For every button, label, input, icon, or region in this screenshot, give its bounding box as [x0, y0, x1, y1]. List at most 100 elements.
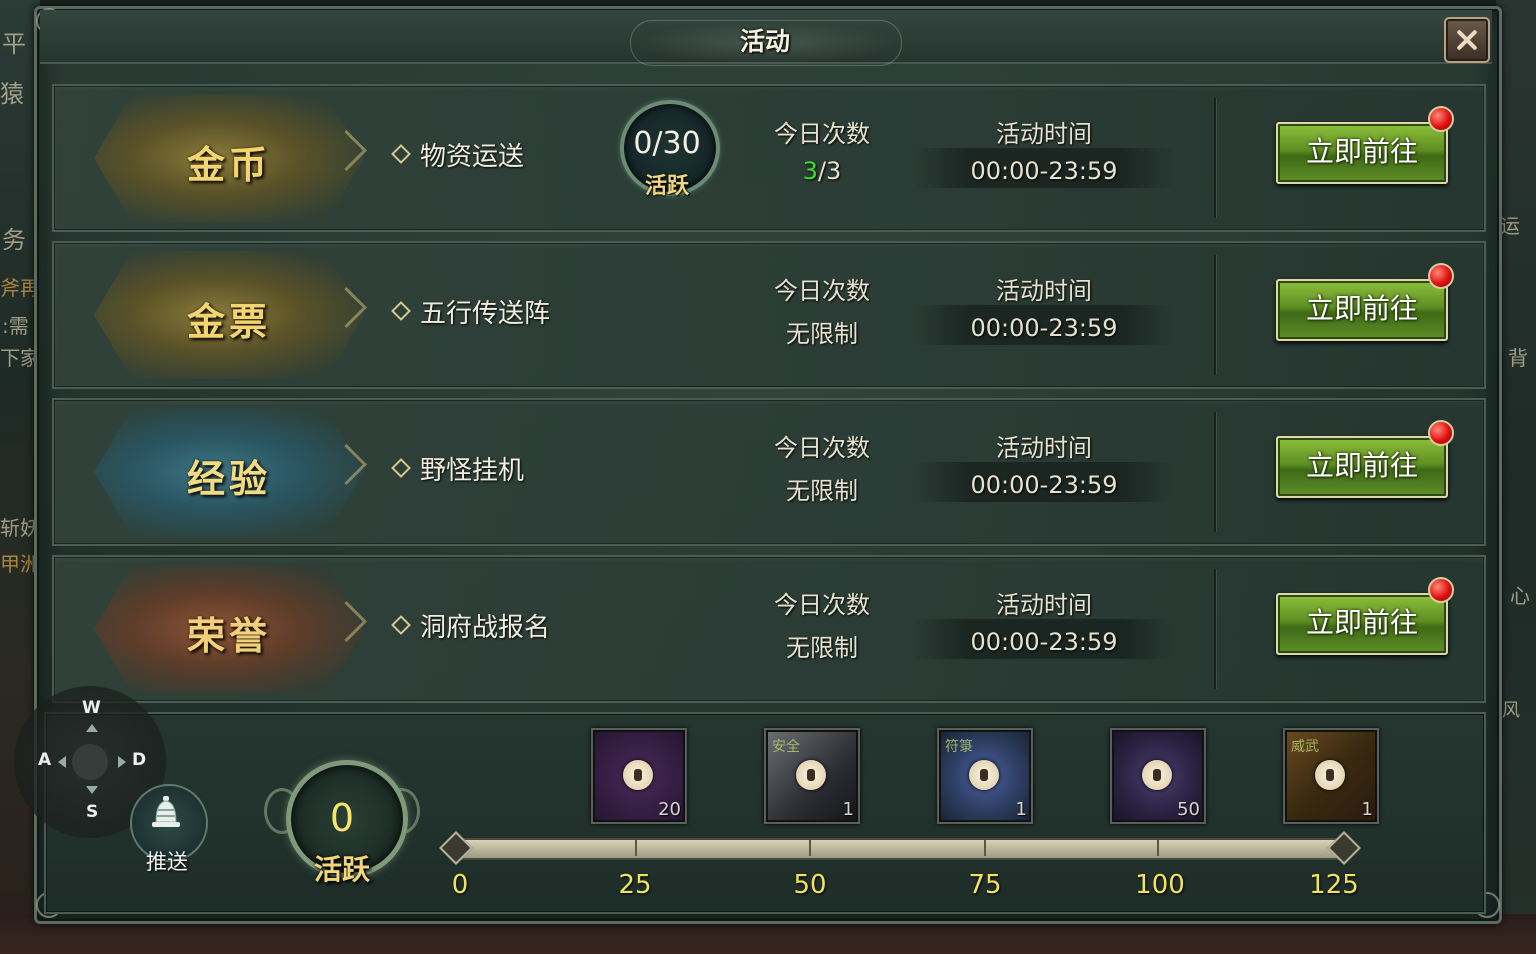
activity-row-experience: 经验 野怪挂机 今日次数 无限制 活动时间 00:00-23:59 立即前往	[52, 398, 1486, 546]
background-text: 运	[1500, 214, 1520, 238]
time-value: 00:00-23:59	[970, 471, 1118, 499]
activity-points-label: 活跃	[644, 173, 689, 199]
count-header: 今日次数	[774, 120, 870, 148]
activity-points-badge: 0/30 活跃	[608, 100, 726, 200]
milestone-label: 25	[618, 870, 652, 900]
progress-tick	[635, 840, 637, 856]
time-header: 活动时间	[996, 120, 1092, 148]
lock-icon	[1142, 760, 1172, 790]
window-title: 活动	[739, 27, 790, 56]
background-text: 风	[1502, 700, 1520, 721]
category-label: 金票	[186, 299, 271, 344]
diamond-icon	[391, 144, 411, 164]
time-value: 00:00-23:59	[970, 628, 1118, 656]
time-value: 00:00-23:59	[970, 314, 1118, 342]
notification-dot	[1428, 420, 1454, 446]
dpad-key-up[interactable]: W	[82, 698, 101, 718]
go-now-button[interactable]: 立即前往	[1276, 436, 1448, 498]
progress-tick	[984, 840, 986, 856]
reward-count: 1	[1015, 799, 1027, 820]
reward-count: 1	[842, 799, 854, 820]
diamond-icon	[391, 458, 411, 478]
count-used: 3	[802, 157, 818, 185]
time-header: 活动时间	[996, 591, 1092, 619]
reward-tag: 安全	[772, 739, 800, 755]
divider	[1214, 98, 1216, 218]
background-text: 平	[2, 30, 26, 58]
notification-dot	[1428, 263, 1454, 289]
reward-tag: 威武	[1291, 739, 1319, 755]
progress-tick	[809, 840, 811, 856]
activity-row-gold-coin: 金币 物资运送 0/30 活跃 今日次数 3/3 活动时间 00:00-23:5…	[52, 84, 1486, 232]
activity-name: 五行传送阵	[391, 293, 551, 330]
activity-name-text: 洞府战报名	[420, 613, 551, 643]
activity-name-text: 物资运送	[420, 142, 525, 172]
count-total: /3	[817, 157, 842, 185]
push-label: 推送	[146, 850, 188, 874]
milestone-label: 75	[968, 870, 1002, 900]
arrow-up-icon	[86, 724, 98, 732]
arrow-right-icon	[118, 756, 126, 768]
category-label: 荣誉	[186, 613, 271, 658]
background-text: 心	[1510, 584, 1530, 608]
divider	[1214, 569, 1216, 689]
go-now-button[interactable]: 立即前往	[1276, 593, 1448, 655]
activity-progress-bar	[452, 838, 1348, 860]
divider	[1214, 255, 1216, 375]
background-text: 背	[1508, 346, 1528, 370]
dpad-center[interactable]	[72, 744, 108, 780]
notification-dot	[1428, 577, 1454, 603]
time-value: 00:00-23:59	[970, 157, 1118, 185]
close-button[interactable]	[1444, 17, 1490, 63]
time-header: 活动时间	[996, 277, 1092, 305]
activity-name: 洞府战报名	[391, 607, 551, 644]
go-now-button[interactable]: 立即前往	[1276, 122, 1448, 184]
activity-name: 物资运送	[391, 136, 525, 173]
reward-item[interactable]: 50	[1110, 728, 1206, 824]
total-activity-label: 活跃	[313, 853, 370, 886]
lock-icon	[969, 760, 999, 790]
reward-item[interactable]: 符箓 1	[937, 728, 1033, 824]
dpad-key-left[interactable]: A	[38, 750, 51, 770]
activity-name-text: 野怪挂机	[420, 456, 525, 486]
lock-icon	[623, 760, 653, 790]
reward-tag: 符箓	[945, 739, 973, 755]
dpad-key-down[interactable]: S	[86, 802, 98, 822]
count-value: 无限制	[786, 320, 858, 348]
category-label: 金币	[186, 142, 271, 187]
lock-icon	[796, 760, 826, 790]
reward-item[interactable]: 威武 1	[1283, 728, 1379, 824]
reward-count: 1	[1361, 799, 1373, 820]
count-value: 无限制	[786, 477, 858, 505]
count-header: 今日次数	[774, 591, 870, 619]
divider	[1214, 412, 1216, 532]
notification-dot	[1428, 106, 1454, 132]
time-header: 活动时间	[996, 434, 1092, 462]
background-text: 务	[2, 226, 26, 254]
count-value: 无限制	[786, 634, 858, 662]
reward-item[interactable]: 安全 1	[764, 728, 860, 824]
category-label: 经验	[186, 456, 271, 501]
activity-row-gold-ticket: 金票 五行传送阵 今日次数 无限制 活动时间 00:00-23:59 立即前往	[52, 241, 1486, 389]
background-text: 猿	[0, 80, 24, 108]
dpad-key-right[interactable]: D	[132, 750, 146, 770]
activity-name-text: 五行传送阵	[420, 299, 551, 329]
milestone-label: 50	[793, 870, 827, 900]
reward-item[interactable]: 20	[591, 728, 687, 824]
count-value: 3/3	[764, 157, 880, 185]
total-activity-badge: 0 活跃	[262, 758, 422, 886]
progress-tick	[1157, 840, 1159, 856]
count-header: 今日次数	[774, 277, 870, 305]
total-activity-value: 0	[329, 796, 355, 840]
activity-name: 野怪挂机	[391, 450, 525, 487]
activity-row-honor: 荣誉 洞府战报名 今日次数 无限制 活动时间 00:00-23:59 立即前往	[52, 555, 1486, 703]
diamond-icon	[391, 301, 411, 321]
milestone-label: 0	[451, 870, 469, 900]
background-text: :需	[2, 314, 29, 338]
go-now-button[interactable]: 立即前往	[1276, 279, 1448, 341]
background-right	[1496, 0, 1536, 954]
arrow-down-icon	[86, 786, 98, 794]
activity-points-value: 0/30	[633, 126, 701, 161]
count-header: 今日次数	[774, 434, 870, 462]
arrow-left-icon	[58, 756, 66, 768]
